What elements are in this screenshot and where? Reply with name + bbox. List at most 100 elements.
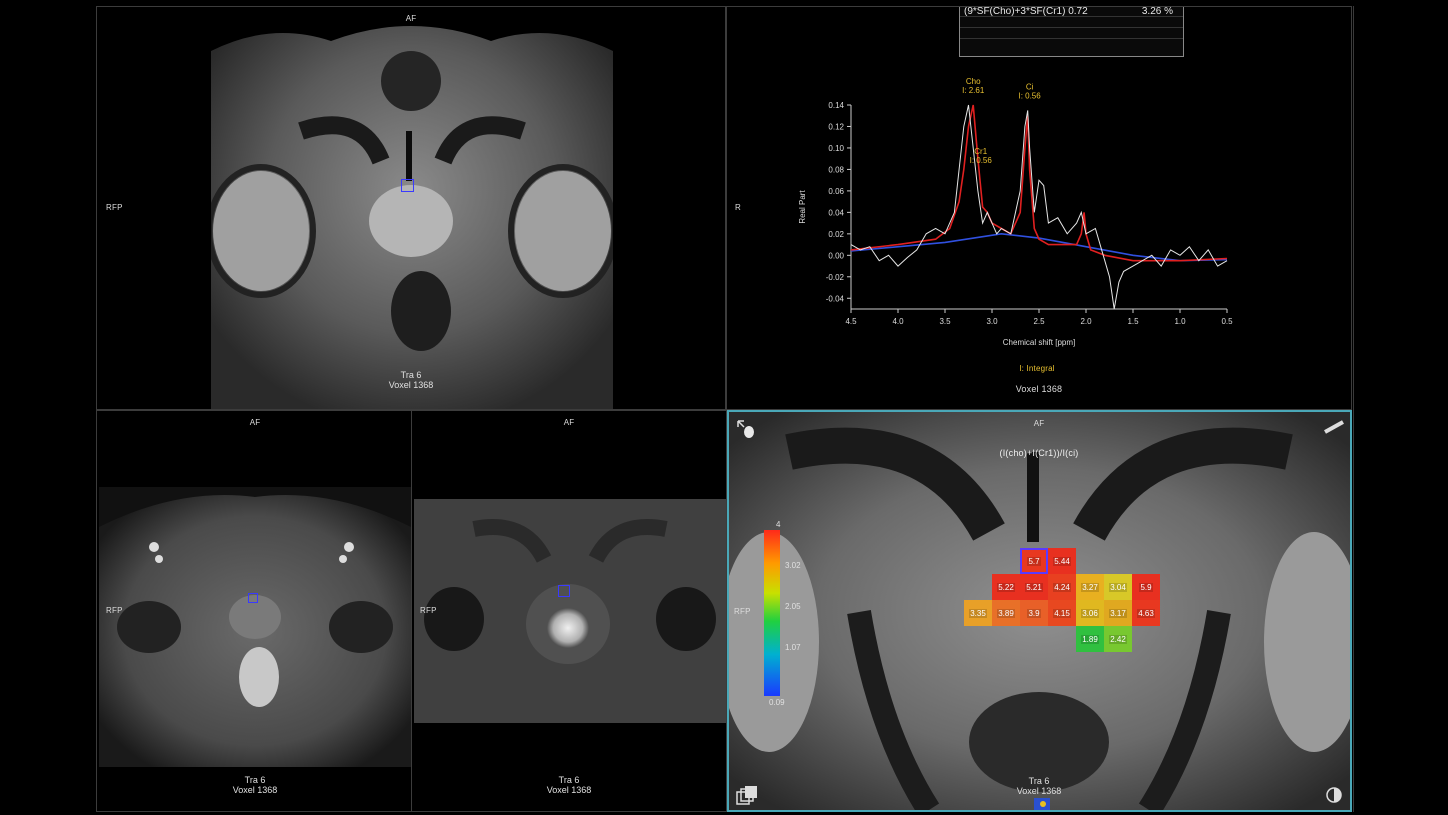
y-tick-label: 0.04 bbox=[828, 208, 844, 217]
x-tick-label: 4.0 bbox=[892, 317, 904, 326]
adc-map-image bbox=[414, 499, 726, 723]
y-tick-label: -0.02 bbox=[826, 273, 845, 282]
colorbar-tick: 2.05 bbox=[785, 602, 801, 611]
orientation-top: AF bbox=[1033, 419, 1045, 428]
orientation-top: AF bbox=[405, 14, 417, 23]
grid-cell[interactable]: 2.42 bbox=[1104, 626, 1132, 652]
voxel-label: Voxel 1368 bbox=[1015, 384, 1063, 394]
grid-cell-value: 4.15 bbox=[1053, 608, 1071, 618]
peak-integral: I: 0.56 bbox=[1018, 91, 1041, 100]
grid-cell[interactable]: 5.9 bbox=[1132, 574, 1160, 600]
ruler-icon[interactable] bbox=[1323, 420, 1345, 434]
voxel-label: Voxel 1368 bbox=[546, 785, 592, 795]
orientation-left: RFP bbox=[734, 607, 751, 616]
grid-cell[interactable]: 5.7 bbox=[1020, 548, 1048, 574]
y-tick-label: 0.02 bbox=[828, 230, 844, 239]
grid-cell[interactable]: 3.89 bbox=[992, 600, 1020, 626]
colorbar-tick: 1.07 bbox=[785, 643, 801, 652]
colorbar bbox=[764, 530, 780, 696]
slice-label: Tra 6 bbox=[400, 370, 422, 380]
grid-cell-value: 5.7 bbox=[1027, 556, 1041, 566]
viewport-bottom-left[interactable]: AF RFP Tra 6 Voxel 1368 bbox=[96, 410, 412, 812]
slice-label: Tra 6 bbox=[558, 775, 580, 785]
slice-info: Tra 6 Voxel 1368 bbox=[547, 775, 592, 795]
y-tick-label: 0.06 bbox=[828, 187, 844, 196]
stack-icon[interactable] bbox=[735, 784, 761, 806]
x-tick-label: 4.5 bbox=[845, 317, 857, 326]
slice-label: Tra 6 bbox=[244, 775, 266, 785]
grid-cell[interactable]: 5.22 bbox=[992, 574, 1020, 600]
slice-label: Tra 6 bbox=[1028, 776, 1050, 786]
grid-cell-value: 3.06 bbox=[1081, 608, 1099, 618]
grid-cell[interactable]: 5.44 bbox=[1048, 548, 1076, 574]
voxel-marker[interactable] bbox=[558, 585, 570, 597]
grid-cell-value: 5.21 bbox=[1025, 582, 1043, 592]
contrast-icon[interactable] bbox=[1325, 786, 1343, 804]
colorbar-max: 4 bbox=[776, 520, 781, 529]
voxel-marker[interactable] bbox=[401, 179, 414, 192]
y-tick-label: 0.00 bbox=[828, 251, 844, 260]
viewport-bottom-right[interactable]: AF (I(cho)+I(Cr1))/I(ci) RFP 4 3.02 2.05… bbox=[727, 410, 1352, 812]
viewport-spectrum[interactable]: (9*SF(Cho)+3*SF(Cr1) 0.72 3.26 % R 4.5 4.… bbox=[726, 6, 1352, 410]
x-tick-label: 1.5 bbox=[1127, 317, 1139, 326]
grid-cell[interactable]: 3.35 bbox=[964, 600, 992, 626]
voxel-label: Voxel 1368 bbox=[1016, 786, 1062, 796]
x-tick-label: 3.0 bbox=[986, 317, 998, 326]
grid-cell[interactable]: 4.15 bbox=[1048, 600, 1076, 626]
peak-integral: I: 2.61 bbox=[962, 86, 985, 95]
orientation-left: RFP bbox=[420, 606, 437, 615]
grid-cell-value: 3.04 bbox=[1109, 582, 1127, 592]
grid-cell[interactable]: 1.89 bbox=[1076, 626, 1104, 652]
spectrum-chart[interactable]: 4.5 4.0 3.5 3.0 2.5 2.0 1.5 1.0 0.5 0.14 0.12 0.10 0… bbox=[727, 7, 1352, 410]
x-tick-label: 1.0 bbox=[1174, 317, 1186, 326]
slice-info: Tra 6 Voxel 1368 bbox=[389, 370, 434, 390]
x-tick-label: 3.5 bbox=[939, 317, 951, 326]
x-tick-label: 0.5 bbox=[1221, 317, 1233, 326]
voxel-marker[interactable] bbox=[248, 593, 258, 603]
grid-cell-value: 4.63 bbox=[1137, 608, 1155, 618]
grid-cell[interactable]: 4.63 bbox=[1132, 600, 1160, 626]
orientation-top: AF bbox=[249, 418, 261, 427]
t2-axial-image bbox=[211, 11, 613, 409]
y-tick-label: 0.10 bbox=[828, 144, 844, 153]
grid-cell-value: 3.35 bbox=[969, 608, 987, 618]
chart-legend: I: Integral bbox=[1019, 364, 1055, 373]
x-tick-label: 2.0 bbox=[1080, 317, 1092, 326]
viewport-top-left[interactable]: AF RFP Tra 6 Voxel 1368 bbox=[96, 6, 726, 410]
y-tick-label: 0.12 bbox=[828, 122, 844, 131]
colorbar-min: 0.09 bbox=[769, 698, 785, 707]
grid-cell-value: 2.42 bbox=[1109, 634, 1127, 644]
x-tick-label: 2.5 bbox=[1033, 317, 1045, 326]
series-line-0 bbox=[850, 104, 1228, 310]
localizer-icon[interactable] bbox=[1034, 798, 1050, 810]
grid-cell-value: 3.17 bbox=[1109, 608, 1127, 618]
peak-name: Cho bbox=[966, 77, 981, 86]
y-tick-label: 0.08 bbox=[828, 165, 844, 174]
viewport-bottom-mid[interactable]: AF RFP Tra 6 Voxel 1368 bbox=[411, 410, 727, 812]
metabolite-ratio-grid[interactable]: 5.7 5.44 5.22 5.21 4.24 3.27 3.04 5.9 3.35 3.89 3.… bbox=[964, 548, 1160, 652]
grid-cell[interactable]: 3.9 bbox=[1020, 600, 1048, 626]
grid-cell[interactable]: 3.04 bbox=[1104, 574, 1132, 600]
y-tick-label: -0.04 bbox=[826, 294, 845, 303]
voxel-label: Voxel 1368 bbox=[232, 785, 278, 795]
ratio-formula: (I(cho)+I(Cr1))/I(ci) bbox=[999, 448, 1079, 458]
grid-cell[interactable]: 3.06 bbox=[1076, 600, 1104, 626]
slice-info: Tra 6 Voxel 1368 bbox=[1017, 776, 1062, 796]
grid-cell-value: 5.22 bbox=[997, 582, 1015, 592]
grid-cell[interactable]: 3.27 bbox=[1076, 574, 1104, 600]
grid-cell[interactable]: 3.17 bbox=[1104, 600, 1132, 626]
grid-cell-value: 4.24 bbox=[1053, 582, 1071, 592]
slice-info: Tra 6 Voxel 1368 bbox=[233, 775, 278, 795]
grid-cell-value: 3.27 bbox=[1081, 582, 1099, 592]
grid-cell[interactable]: 5.21 bbox=[1020, 574, 1048, 600]
y-axis-label: Real Part bbox=[798, 190, 807, 224]
colorbar-tick: 3.02 bbox=[785, 561, 801, 570]
hand-pan-icon[interactable] bbox=[735, 418, 757, 440]
grid-cell-value: 3.9 bbox=[1027, 608, 1041, 618]
peak-name: Cr1 bbox=[974, 147, 987, 156]
x-axis-label: Chemical shift [ppm] bbox=[1003, 338, 1075, 347]
peak-integral: I: 0.56 bbox=[970, 156, 993, 165]
t1-axial-image bbox=[99, 487, 411, 767]
grid-cell-value: 5.9 bbox=[1139, 582, 1153, 592]
grid-cell[interactable]: 4.24 bbox=[1048, 574, 1076, 600]
